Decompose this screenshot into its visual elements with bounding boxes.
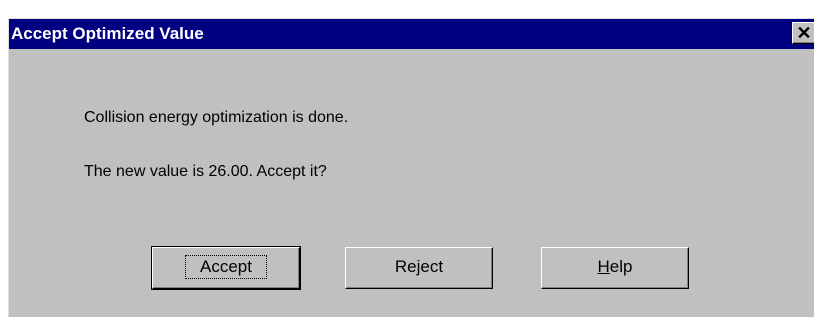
accept-button[interactable]: Accept [151, 246, 301, 290]
help-button-label: elp [609, 257, 633, 276]
reject-button-label: Reject [394, 257, 444, 276]
reject-button[interactable]: Reject [345, 247, 493, 289]
help-mnemonic: H [597, 257, 610, 276]
close-button[interactable]: ✕ [792, 22, 814, 44]
title-bar[interactable]: Accept Optimized Value ✕ [9, 19, 814, 49]
accept-button-label: Accept [185, 255, 267, 279]
message-line-2: The new value is 26.00. Accept it? [84, 163, 327, 180]
accept-optimized-value-dialog: Accept Optimized Value ✕ Collision energ… [8, 18, 814, 317]
close-icon: ✕ [796, 23, 812, 43]
help-button[interactable]: Help [541, 247, 689, 289]
message-line-1: Collision energy optimization is done. [84, 109, 349, 126]
dialog-title: Accept Optimized Value [11, 24, 204, 43]
